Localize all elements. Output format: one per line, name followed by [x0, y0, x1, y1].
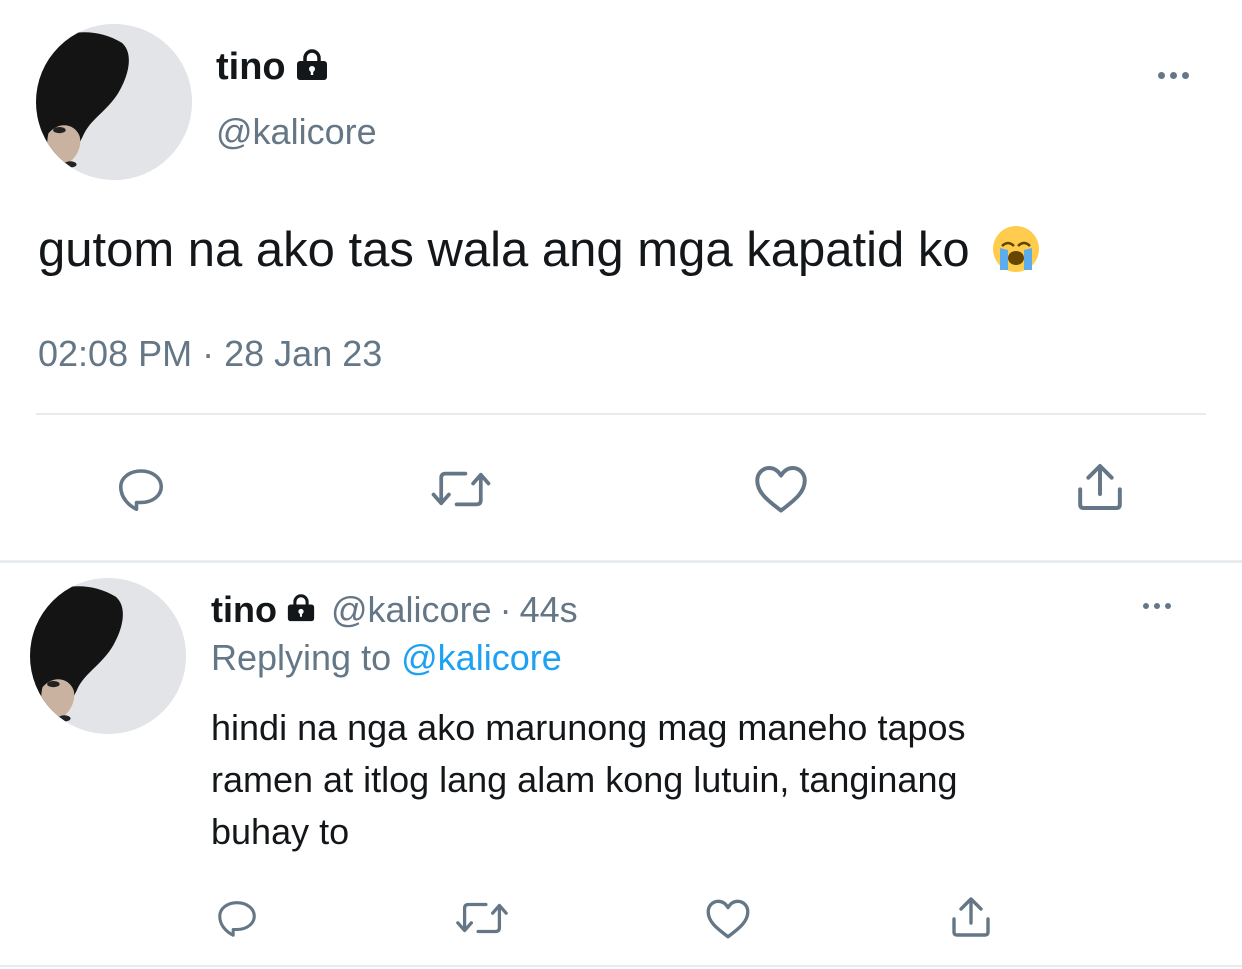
- retweet-button[interactable]: [426, 462, 496, 516]
- reply-text-line: ramen at itlog lang alam kong lutuin, ta…: [211, 759, 958, 800]
- replying-to-handle[interactable]: @kalicore: [401, 637, 562, 678]
- reply-handle[interactable]: @kalicore: [331, 589, 492, 631]
- dot-icon: [1182, 71, 1189, 79]
- tweet-text-body: gutom na ako tas wala ang mga kapatid ko: [38, 223, 970, 277]
- reply-age: 44s: [519, 589, 578, 630]
- reply-header: tino @kalicore · 44s: [211, 586, 578, 634]
- reply-text-line: hindi na nga ako marunong mag maneho tap…: [211, 707, 966, 748]
- more-options-button[interactable]: [1158, 68, 1189, 82]
- avatar[interactable]: [36, 24, 192, 180]
- share-button[interactable]: [1070, 456, 1130, 518]
- like-icon: [755, 466, 807, 513]
- reply-retweet-button[interactable]: [452, 895, 512, 941]
- share-icon: [952, 897, 990, 937]
- reply-button[interactable]: [112, 460, 170, 518]
- like-button[interactable]: [750, 458, 812, 518]
- like-icon: [706, 899, 750, 939]
- reply-share-button[interactable]: [946, 891, 996, 943]
- lock-icon: [294, 48, 330, 86]
- divider: [36, 413, 1206, 415]
- crying-face-emoji: [991, 224, 1041, 274]
- timestamp-time: 02:08 PM: [38, 333, 193, 374]
- reply-like-button[interactable]: [702, 893, 754, 943]
- dot-icon: [1165, 603, 1171, 609]
- section-separator: [0, 560, 1242, 563]
- reply-icon: [218, 901, 256, 937]
- dot-icon: [1170, 71, 1177, 79]
- display-name[interactable]: tino: [216, 46, 286, 89]
- dot-icon: [1154, 603, 1160, 609]
- reply-display-name[interactable]: tino: [211, 589, 277, 631]
- dot-icon: [1158, 71, 1165, 79]
- lock-icon: [285, 589, 317, 631]
- reply-separator: ·: [499, 589, 512, 630]
- tweet-text: gutom na ako tas wala ang mga kapatid ko: [38, 220, 1041, 280]
- bottom-separator: [0, 965, 1242, 967]
- share-icon: [1078, 464, 1122, 510]
- dot-icon: [1143, 603, 1149, 609]
- replying-to-label: Replying to: [211, 637, 392, 678]
- retweet-icon: [431, 471, 491, 507]
- reply-icon: [118, 469, 164, 512]
- reply-avatar[interactable]: [30, 578, 186, 734]
- timestamp-date: 28 Jan 23: [224, 333, 383, 374]
- reply-more-options-button[interactable]: [1143, 599, 1171, 613]
- author-name-row: tino: [216, 42, 330, 92]
- replying-to: Replying to @kalicore: [211, 634, 562, 682]
- reply-text: hindi na nga ako marunong mag maneho tap…: [211, 702, 966, 858]
- author-handle[interactable]: @kalicore: [216, 110, 377, 154]
- reply-text-line: buhay to: [211, 811, 350, 852]
- timestamp-separator: ·: [202, 333, 215, 374]
- reply-reply-button[interactable]: [212, 893, 262, 943]
- timestamp[interactable]: 02:08 PM · 28 Jan 23: [38, 332, 382, 376]
- retweet-icon: [456, 902, 508, 934]
